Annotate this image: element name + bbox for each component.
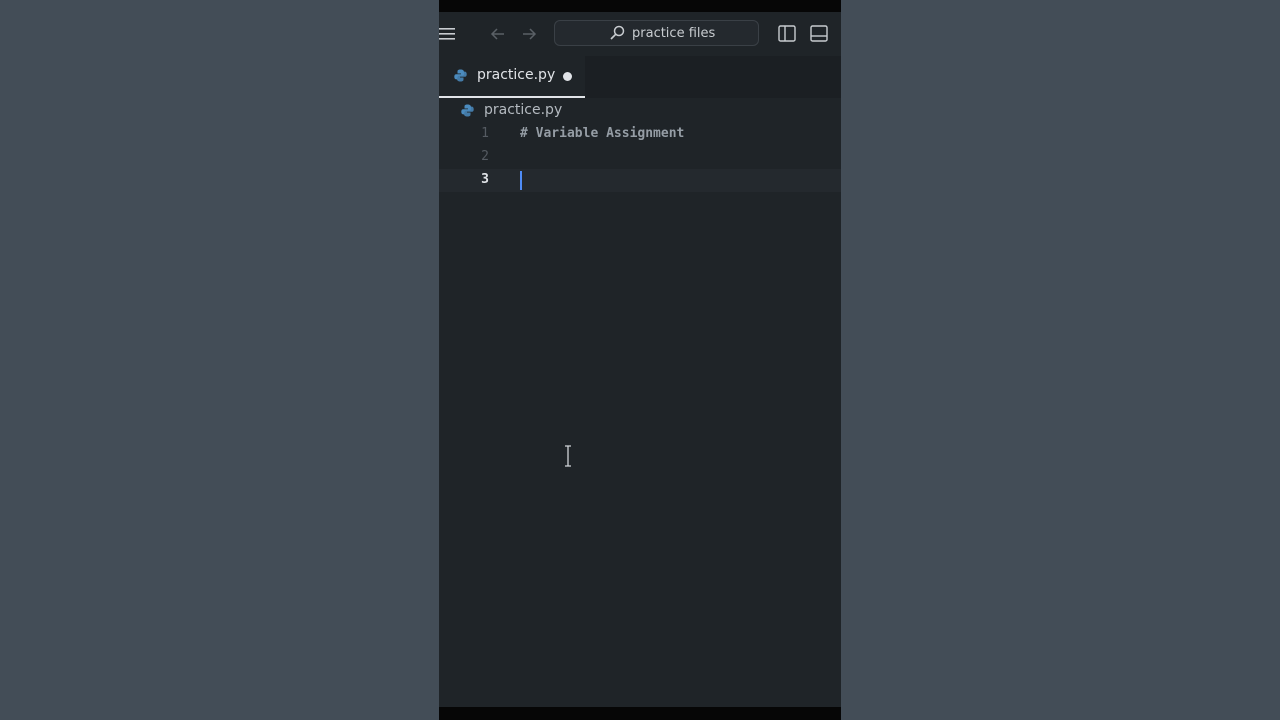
arrow-left-icon[interactable] bbox=[489, 26, 507, 42]
unsaved-dot-icon[interactable] bbox=[563, 72, 572, 81]
tab-bar: practice.py bbox=[439, 56, 841, 98]
title-bar: practice files bbox=[439, 12, 841, 56]
code-editor[interactable]: 1 # Variable Assignment 2 3 bbox=[439, 123, 841, 707]
line-number: 1 bbox=[481, 126, 489, 141]
arrow-right-icon[interactable] bbox=[520, 26, 538, 42]
panel-toggle-icon[interactable] bbox=[810, 25, 828, 42]
python-icon bbox=[461, 104, 474, 117]
text-caret bbox=[520, 171, 522, 190]
command-center-search[interactable]: practice files bbox=[554, 20, 759, 46]
code-line[interactable]: 1 # Variable Assignment bbox=[439, 123, 841, 146]
line-number: 3 bbox=[481, 172, 489, 187]
search-icon bbox=[610, 25, 625, 40]
editor-window: practice files practice.py practice.py 1… bbox=[439, 0, 841, 720]
bottom-letterbox bbox=[439, 707, 841, 720]
python-icon bbox=[454, 69, 467, 82]
menu-icon[interactable] bbox=[439, 27, 457, 41]
breadcrumb-file-label: practice.py bbox=[484, 102, 563, 118]
code-line-current[interactable]: 3 bbox=[439, 169, 841, 192]
code-text[interactable]: # Variable Assignment bbox=[520, 126, 684, 141]
line-number: 2 bbox=[481, 149, 489, 164]
tab-practice-py[interactable]: practice.py bbox=[439, 56, 585, 98]
tab-label: practice.py bbox=[477, 67, 556, 83]
sidebar-toggle-icon[interactable] bbox=[778, 25, 796, 42]
breadcrumb[interactable]: practice.py bbox=[439, 100, 841, 122]
search-placeholder: practice files bbox=[632, 26, 716, 41]
ibeam-cursor-icon bbox=[565, 445, 571, 467]
code-line[interactable]: 2 bbox=[439, 146, 841, 169]
top-letterbox bbox=[439, 0, 841, 12]
